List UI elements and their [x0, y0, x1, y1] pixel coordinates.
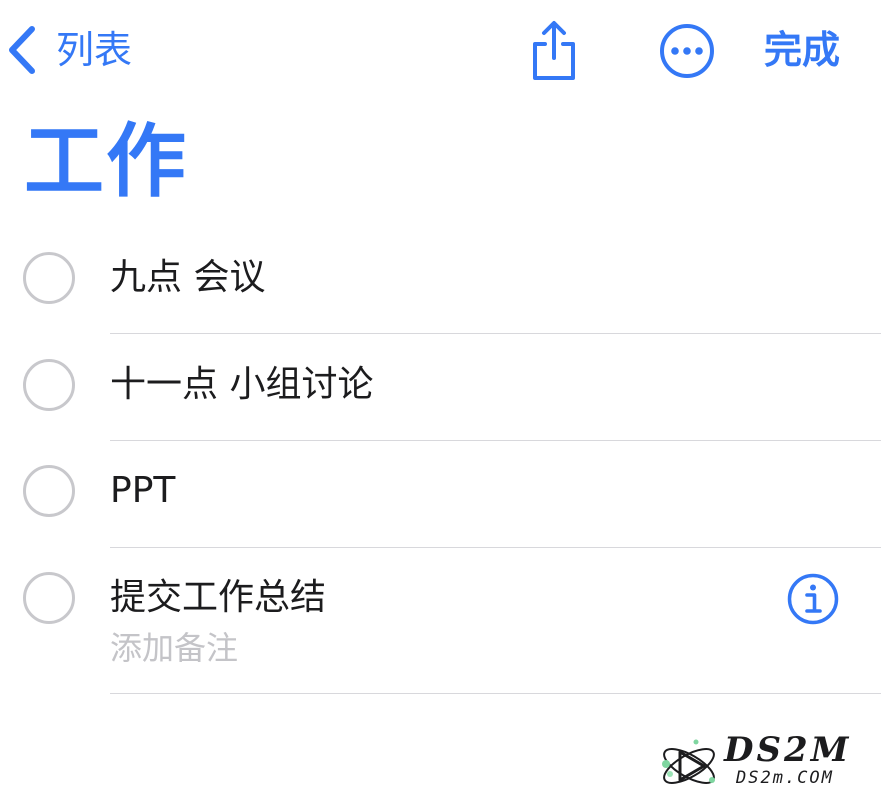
row-divider [110, 693, 881, 694]
more-options-button[interactable] [658, 22, 716, 80]
info-icon [786, 573, 840, 630]
reminders-list-screen: 列表 完成 工作 九点 会议 十一点 小组讨论 PPT 提交工作总结 添加备注 … [0, 0, 881, 797]
share-button[interactable] [526, 18, 582, 82]
chevron-left-icon [4, 25, 38, 75]
notes-field[interactable]: 添加备注 [110, 626, 238, 670]
reminder-title[interactable]: PPT [110, 467, 175, 515]
reminder-title[interactable]: 十一点 小组讨论 [110, 361, 373, 409]
completion-circle[interactable] [23, 572, 75, 624]
reminder-item: 提交工作总结 添加备注 [0, 560, 881, 695]
completion-circle[interactable] [23, 465, 75, 517]
back-button[interactable]: 列表 [4, 22, 132, 78]
ellipsis-circle-icon [658, 24, 716, 84]
watermark-brand: DS2M [724, 730, 852, 770]
reminder-item: 十一点 小组讨论 [0, 347, 881, 442]
row-divider [110, 333, 881, 334]
share-icon [526, 21, 582, 86]
row-divider [110, 440, 881, 441]
back-button-label: 列表 [56, 28, 133, 72]
reminder-item: 九点 会议 [0, 240, 881, 335]
reminder-item: PPT [0, 453, 881, 548]
info-button[interactable] [786, 572, 840, 626]
reminder-title[interactable]: 提交工作总结 [110, 574, 326, 622]
completion-circle[interactable] [23, 252, 75, 304]
done-button[interactable]: 完成 [764, 22, 840, 78]
watermark-url: DS2m.COM [736, 768, 834, 788]
reminder-title[interactable]: 九点 会议 [110, 254, 265, 302]
list-title: 工作 [24, 115, 188, 208]
row-divider [110, 547, 881, 548]
completion-circle[interactable] [23, 359, 75, 411]
atom-logo-icon [656, 734, 722, 797]
watermark: DS2M DS2m.COM [652, 730, 872, 794]
